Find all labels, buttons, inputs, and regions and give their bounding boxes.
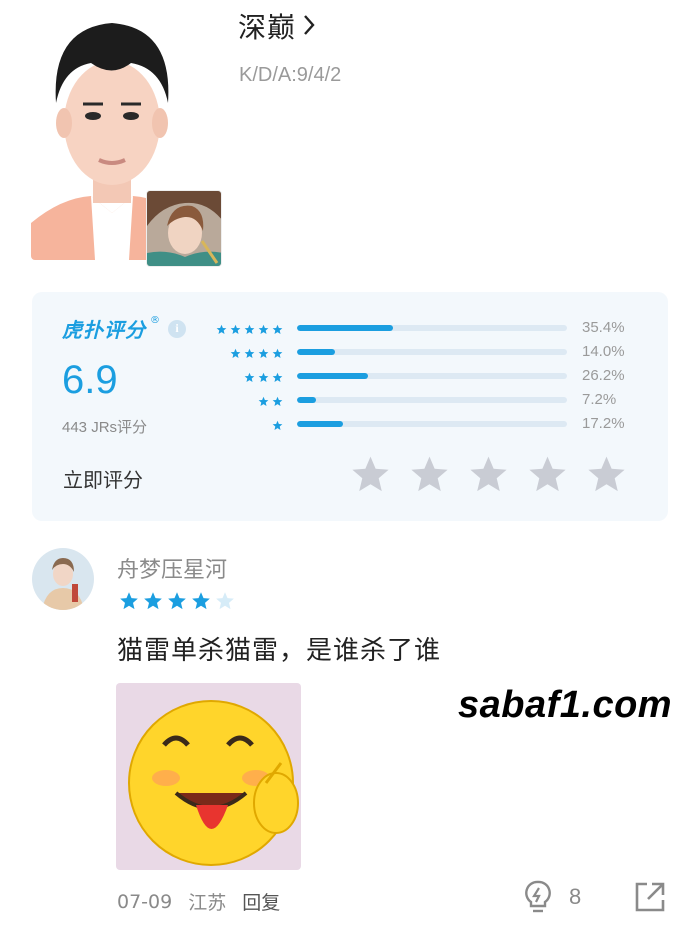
mini-star-icon xyxy=(258,396,269,406)
mini-star-icon xyxy=(272,324,283,334)
rating-row-1-star: 17.2% xyxy=(32,415,668,433)
comment-location: 江苏 xyxy=(188,892,227,914)
comment-date: 07-09 xyxy=(117,890,173,913)
reply-button[interactable]: 回复 xyxy=(242,888,280,915)
rating-bar-track xyxy=(297,397,567,403)
rating-row-3-star: 26.2% xyxy=(32,367,668,385)
star-filled-icon xyxy=(120,592,138,610)
rating-percent-label: 7.2% xyxy=(582,391,617,408)
rating-bar-fill xyxy=(297,373,368,379)
rating-bar-track xyxy=(297,325,567,331)
rating-row-5-star: 35.4% xyxy=(32,319,668,337)
hero-avatar[interactable] xyxy=(146,190,222,267)
rating-row-4-star: 14.0% xyxy=(32,343,668,361)
lightbulb-like-icon xyxy=(523,879,553,915)
mini-star-icon xyxy=(230,348,241,358)
rating-bar-track xyxy=(297,373,567,379)
commenter-username[interactable]: 舟梦压星河 xyxy=(117,552,227,584)
rating-percent-label: 26.2% xyxy=(582,367,625,384)
star-outline-icon xyxy=(411,456,448,492)
rate-stars xyxy=(350,454,627,494)
rate-star-3-button[interactable] xyxy=(468,454,509,494)
rating-row-stars xyxy=(272,417,283,433)
player-name[interactable]: 深巅 xyxy=(238,6,316,46)
star-filled-icon xyxy=(168,592,186,610)
rating-row-stars xyxy=(244,369,283,385)
star-empty-icon xyxy=(216,592,234,610)
kda-stats: K/D/A:9/4/2 xyxy=(239,64,342,86)
mini-star-icon xyxy=(258,372,269,382)
rate-star-1-button[interactable] xyxy=(350,454,391,494)
rating-percent-label: 14.0% xyxy=(582,343,625,360)
rating-bar-track xyxy=(297,349,567,355)
mini-star-icon xyxy=(244,372,255,382)
commenter-avatar[interactable] xyxy=(32,548,94,610)
like-button[interactable]: 8 xyxy=(523,879,581,915)
share-external-icon[interactable] xyxy=(634,881,666,913)
star-filled-icon xyxy=(192,592,210,610)
rating-row-stars xyxy=(230,345,283,361)
rate-star-2-button[interactable] xyxy=(409,454,450,494)
like-count: 8 xyxy=(569,884,582,909)
comment-text: 猫雷单杀猫雷，是谁杀了谁 xyxy=(117,636,442,666)
rating-row-stars xyxy=(216,321,283,337)
mini-star-icon xyxy=(272,420,283,430)
rating-bar-track xyxy=(297,421,567,427)
rating-row-stars xyxy=(258,393,283,409)
comment-rating-stars xyxy=(119,591,235,611)
mini-star-icon xyxy=(272,396,283,406)
mini-star-icon xyxy=(244,324,255,334)
rating-percent-label: 35.4% xyxy=(582,319,625,336)
star-outline-icon xyxy=(352,456,389,492)
mini-star-icon xyxy=(216,324,227,334)
star-filled-icon xyxy=(144,592,162,610)
rate-star-4-button[interactable] xyxy=(527,454,568,494)
chevron-right-icon xyxy=(302,10,316,43)
rating-bar-fill xyxy=(297,397,317,403)
mini-star-icon xyxy=(258,324,269,334)
rate-star-5-button[interactable] xyxy=(586,454,627,494)
mini-star-icon xyxy=(272,372,283,382)
rating-bar-fill xyxy=(297,325,393,331)
player-name-text: 深巅 xyxy=(238,11,297,44)
comment-footer: 07-09 江苏 回复 xyxy=(117,888,280,915)
rating-row-2-star: 7.2% xyxy=(32,391,668,409)
rating-percent-label: 17.2% xyxy=(582,415,625,432)
star-outline-icon xyxy=(588,456,625,492)
watermark-text: sabaf1.com xyxy=(458,684,673,726)
rating-bar-fill xyxy=(297,349,335,355)
rating-card: 虎扑评分 ® i 6.9 443 JRs评分 立即评分 35.4% 14.0% 26… xyxy=(32,292,668,521)
mini-star-icon xyxy=(272,348,283,358)
rating-bar-fill xyxy=(297,421,344,427)
mini-star-icon xyxy=(258,348,269,358)
star-outline-icon xyxy=(529,456,566,492)
comment-image[interactable] xyxy=(116,683,301,870)
mini-star-icon xyxy=(244,348,255,358)
mini-star-icon xyxy=(230,324,241,334)
star-outline-icon xyxy=(470,456,507,492)
